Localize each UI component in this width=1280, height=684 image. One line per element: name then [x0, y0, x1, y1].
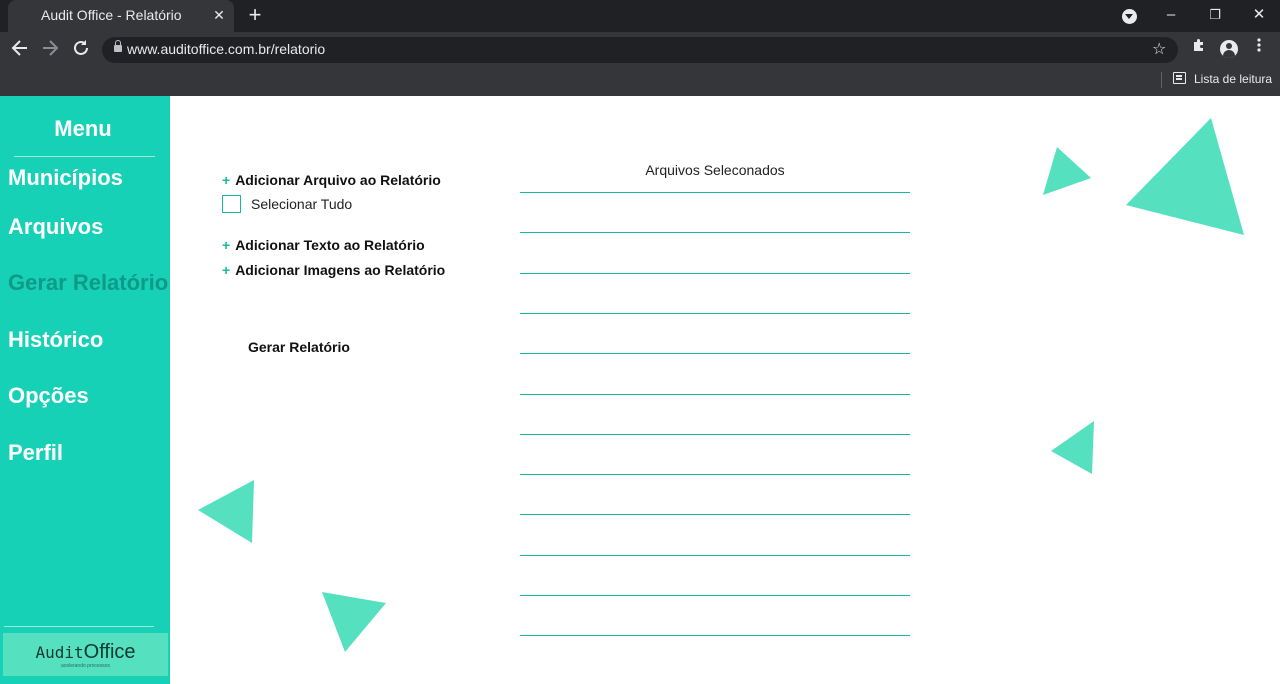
file-slot-line: [520, 474, 910, 475]
triangle-shape: [322, 592, 386, 652]
select-all-checkbox[interactable]: [222, 195, 241, 213]
add-file-button[interactable]: + Adicionar Arquivo ao Relatório: [222, 172, 441, 188]
file-slot-line: [520, 555, 910, 556]
file-slot-line: [520, 635, 910, 636]
file-slot-line: [520, 514, 910, 515]
triangle-shape: [198, 480, 254, 543]
triangle-shape: [1043, 147, 1091, 195]
plus-icon: +: [222, 237, 231, 253]
plus-icon: +: [222, 262, 231, 278]
select-all-label[interactable]: Selecionar Tudo: [251, 196, 352, 212]
decorative-triangles: [198, 118, 1244, 652]
triangle-shape: [1051, 421, 1094, 474]
generate-report-button[interactable]: Gerar Relatório: [248, 339, 350, 355]
selected-files-title: Arquivos Seleconados: [645, 162, 785, 178]
add-images-button[interactable]: + Adicionar Imagens ao Relatório: [222, 262, 445, 278]
add-images-label: Adicionar Imagens ao Relatório: [235, 262, 446, 278]
file-slot-line: [520, 595, 910, 596]
add-text-label: Adicionar Texto ao Relatório: [235, 237, 425, 253]
file-slot-line: [520, 232, 910, 233]
triangle-shape: [1126, 118, 1244, 235]
file-slot-line: [520, 273, 910, 274]
plus-icon: +: [222, 172, 231, 188]
file-slot-line: [520, 192, 910, 193]
file-slot-line: [520, 394, 910, 395]
file-slot-line: [520, 434, 910, 435]
file-slot-line: [520, 353, 910, 354]
file-slot-line: [520, 313, 910, 314]
add-file-label: Adicionar Arquivo ao Relatório: [235, 172, 441, 188]
add-text-button[interactable]: + Adicionar Texto ao Relatório: [222, 237, 425, 253]
